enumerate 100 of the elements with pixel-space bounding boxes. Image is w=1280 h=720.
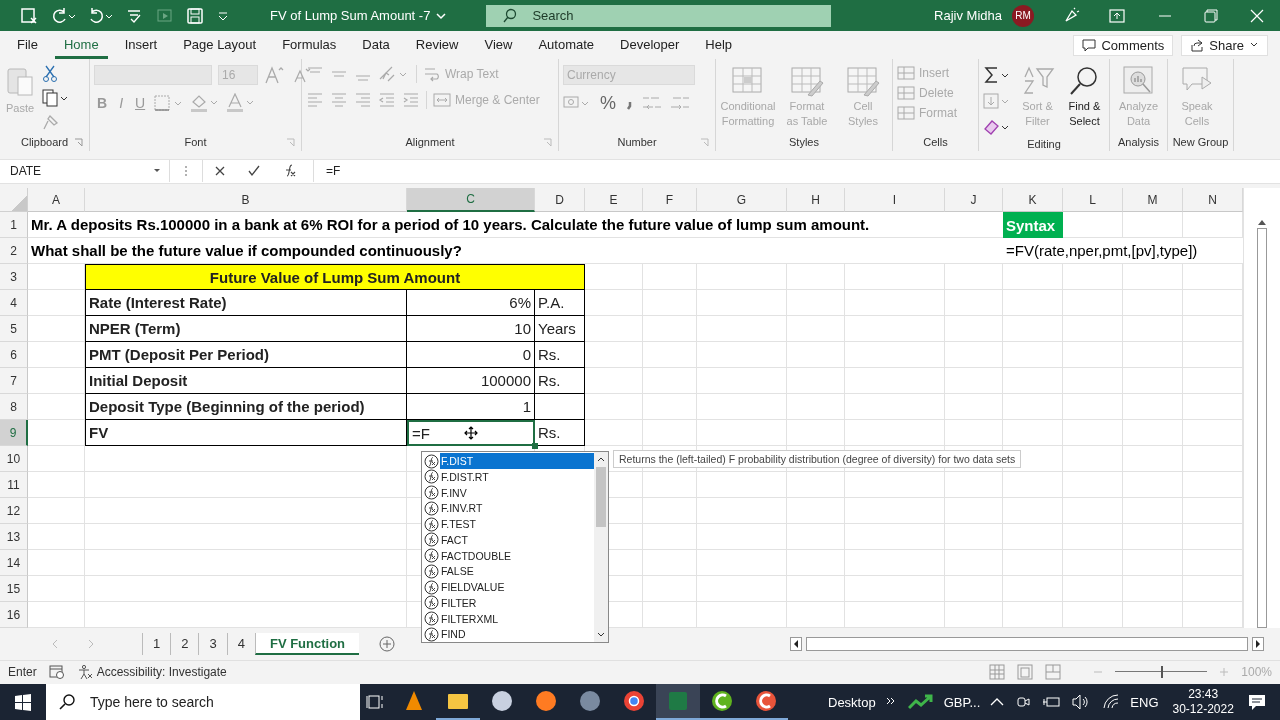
language-indicator[interactable]: ENG: [1130, 694, 1159, 710]
sheet-cell[interactable]: [85, 524, 407, 551]
sheet-cell[interactable]: [787, 576, 845, 603]
taskbar-search-field[interactable]: Type here to search: [46, 684, 360, 720]
ribbon-tab[interactable]: Developer: [611, 31, 689, 59]
sheet-cell[interactable]: [1063, 550, 1123, 577]
table-cell[interactable]: 0: [407, 342, 535, 369]
sheet-cell[interactable]: [697, 342, 787, 369]
table-cell[interactable]: 10: [407, 316, 535, 343]
previous-sheet-icon[interactable]: [50, 638, 60, 649]
row-header[interactable]: 6: [0, 342, 28, 369]
sheet-cell[interactable]: [643, 394, 697, 421]
sheet-cell[interactable]: [1003, 576, 1063, 603]
task-view-icon[interactable]: [366, 692, 386, 712]
function-suggestion[interactable]: FALSE: [422, 563, 594, 580]
sheet-cell[interactable]: [945, 368, 1003, 395]
sheet-cell[interactable]: [1123, 550, 1183, 577]
save-icon[interactable]: [186, 6, 204, 25]
macro-record-icon[interactable]: [48, 664, 65, 681]
sheet-cell[interactable]: [28, 524, 85, 551]
sheet-cell[interactable]: [787, 420, 845, 447]
sheet-cell[interactable]: [643, 524, 697, 551]
sheet-cell[interactable]: [643, 498, 697, 525]
desktop-toolbar[interactable]: Desktop: [828, 694, 876, 710]
sheet-cell[interactable]: [1003, 550, 1063, 577]
sheet-cell[interactable]: [845, 524, 945, 551]
increase-indent-icon[interactable]: [402, 91, 420, 108]
next-sheet-icon[interactable]: [86, 638, 96, 649]
dialog-launcher-icon[interactable]: [543, 137, 552, 147]
sheet-cell[interactable]: [787, 368, 845, 395]
sheet-cell[interactable]: [1003, 368, 1063, 395]
sheet-cell[interactable]: [1123, 290, 1183, 317]
horizontal-align-icon[interactable]: [306, 91, 324, 108]
sheet-tab[interactable]: 2: [170, 632, 199, 655]
scrollbar-thumb[interactable]: [596, 467, 606, 528]
row-header[interactable]: 8: [0, 394, 28, 421]
sheet-cell[interactable]: [945, 576, 1003, 603]
meet-icon[interactable]: [1016, 694, 1031, 710]
sheet-cell[interactable]: [85, 550, 407, 577]
column-header[interactable]: B: [85, 188, 407, 213]
dialog-launcher-icon[interactable]: [74, 137, 83, 147]
sheet-cell[interactable]: [697, 472, 787, 499]
column-header[interactable]: H: [787, 188, 845, 213]
autosave-icon[interactable]: [20, 6, 38, 25]
sheet-cell[interactable]: [845, 342, 945, 369]
clock[interactable]: 23:43 30-12-2022: [1172, 687, 1234, 717]
wifi-icon[interactable]: [1102, 694, 1121, 710]
user-avatar[interactable]: RM: [1012, 4, 1034, 27]
function-suggestion[interactable]: F.INV: [422, 484, 594, 501]
table-cell[interactable]: =F: [407, 420, 535, 447]
sheet-cell[interactable]: [945, 420, 1003, 447]
ribbon-tab[interactable]: File: [8, 31, 47, 59]
sheet-cell[interactable]: [1123, 498, 1183, 525]
sheet-cell[interactable]: [845, 394, 945, 421]
sheet-cell[interactable]: [85, 498, 407, 525]
row-header[interactable]: 2: [0, 238, 28, 265]
sheet-cell[interactable]: [1063, 316, 1123, 343]
select-all-button[interactable]: [0, 188, 28, 213]
row-header[interactable]: 16: [0, 602, 28, 629]
page-layout-icon[interactable]: [1017, 664, 1034, 681]
sheet-cell[interactable]: [643, 420, 697, 447]
document-title[interactable]: FV of Lump Sum Amount -7: [270, 8, 431, 24]
sheet-cell[interactable]: [85, 576, 407, 603]
autosum-icon[interactable]: [983, 64, 1011, 85]
sheet-cell[interactable]: [697, 550, 787, 577]
row-header[interactable]: 14: [0, 550, 28, 577]
chevrons-icon[interactable]: [885, 697, 896, 707]
sheet-cell[interactable]: [845, 576, 945, 603]
column-header[interactable]: K: [1003, 188, 1063, 213]
ribbon-tab[interactable]: Automate: [529, 31, 604, 59]
decrease-indent-icon[interactable]: [378, 91, 396, 108]
column-header[interactable]: N: [1183, 188, 1243, 213]
slideshow-icon[interactable]: [156, 6, 174, 25]
sheet-cell[interactable]: [845, 550, 945, 577]
sheet-cell[interactable]: [28, 446, 85, 473]
column-header[interactable]: I: [845, 188, 945, 213]
grow-font-icon[interactable]: [264, 64, 286, 85]
sheet-cell[interactable]: [643, 290, 697, 317]
sheet-cell[interactable]: [643, 368, 697, 395]
comments-button[interactable]: Comments: [1073, 34, 1174, 56]
column-header[interactable]: F: [643, 188, 697, 213]
scroll-left-icon[interactable]: [790, 636, 802, 651]
sheet-cell[interactable]: [845, 368, 945, 395]
formula-field[interactable]: =F: [314, 164, 1280, 179]
sheet-cell[interactable]: [945, 342, 1003, 369]
sheet-cell[interactable]: [1003, 524, 1063, 551]
chevron-up-icon[interactable]: [990, 697, 1005, 707]
row-header[interactable]: 15: [0, 576, 28, 603]
sheet-cell[interactable]: [945, 524, 1003, 551]
column-header[interactable]: E: [585, 188, 643, 213]
row-header[interactable]: 3: [0, 264, 28, 291]
sheet-cell[interactable]: [1063, 446, 1123, 473]
sheet-cell[interactable]: [1063, 498, 1123, 525]
sheet-cell[interactable]: [845, 472, 945, 499]
sheet-tab[interactable]: 3: [198, 632, 227, 655]
sheet-cell[interactable]: [1123, 420, 1183, 447]
redo-icon[interactable]: [50, 6, 76, 25]
sheet-cell[interactable]: [787, 394, 845, 421]
sheet-cell[interactable]: [1063, 420, 1123, 447]
sheet-cell[interactable]: [1123, 368, 1183, 395]
